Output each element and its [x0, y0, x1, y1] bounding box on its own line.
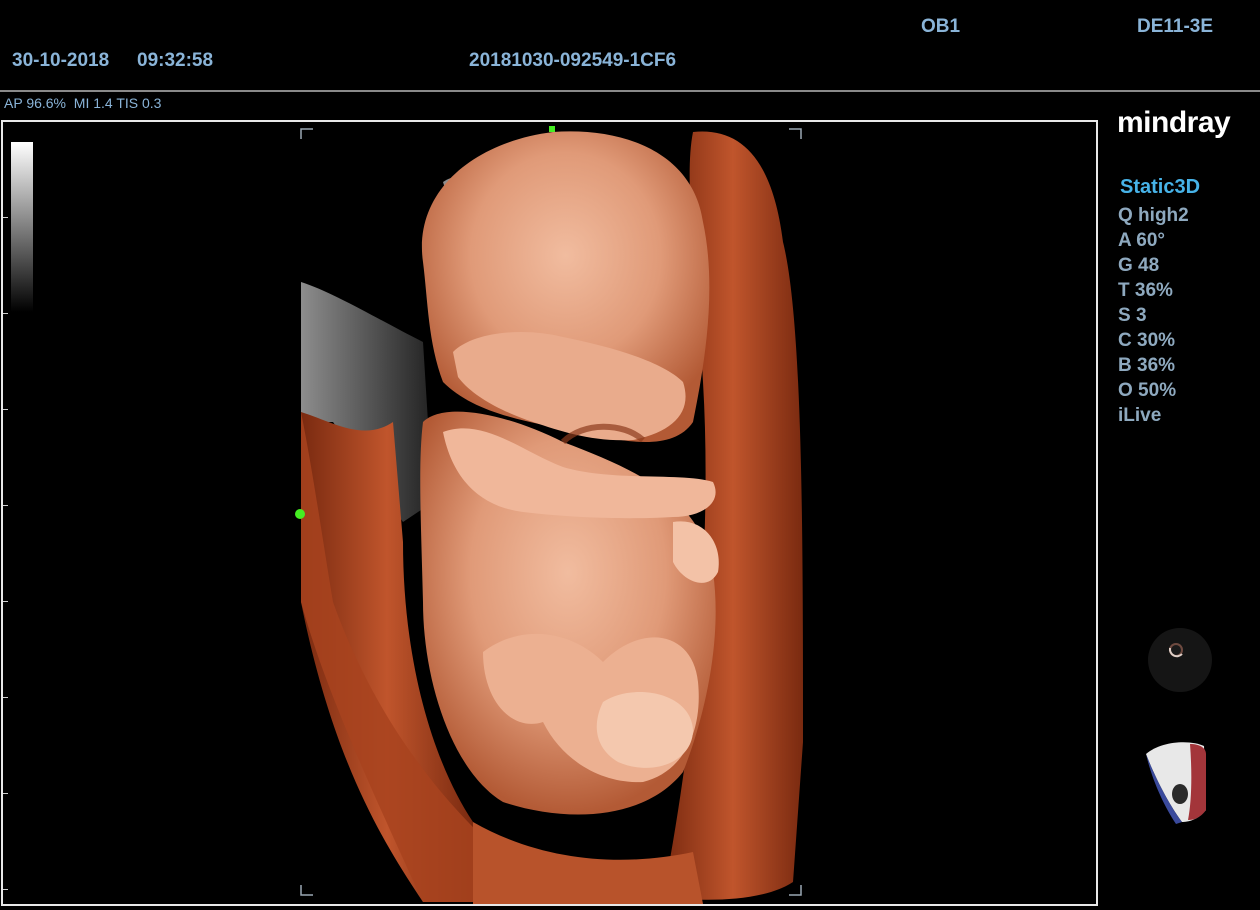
volume-render [295, 126, 803, 904]
exam-id-label: 20181030-092549-1CF6 [469, 50, 677, 71]
trackball-icon[interactable] [1148, 628, 1212, 692]
param-brightness: B 36% [1118, 355, 1176, 376]
brand-logo: mindray [1117, 106, 1231, 139]
render-mode-label: Static3D [1120, 176, 1201, 198]
probe-label: DE11-3E [1137, 16, 1214, 37]
param-opacity: O 50% [1118, 380, 1177, 401]
param-threshold: T 36% [1118, 280, 1173, 301]
param-contrast: C 30% [1118, 330, 1176, 351]
time-label: 09:32:58 [137, 50, 214, 71]
param-smooth: S 3 [1118, 305, 1147, 326]
orientation-cube-icon[interactable] [1142, 740, 1212, 831]
preset-label: OB1 [921, 16, 961, 37]
acoustic-output-readout: AP 96.6% MI 1.4 TIS 0.3 [4, 95, 162, 111]
image-viewport[interactable] [1, 120, 1098, 906]
roi-side-marker [295, 509, 305, 519]
header-divider [0, 90, 1260, 92]
param-angle: A 60° [1118, 230, 1166, 251]
param-gain: G 48 [1118, 255, 1160, 276]
param-quality: Q high2 [1118, 205, 1189, 226]
parameter-list: Q high2 A 60° G 48 T 36% S 3 C 30% B 36%… [1118, 203, 1189, 428]
roi-top-marker [549, 126, 555, 132]
date-label: 30-10-2018 [12, 50, 110, 71]
param-ilive: iLive [1118, 405, 1162, 426]
